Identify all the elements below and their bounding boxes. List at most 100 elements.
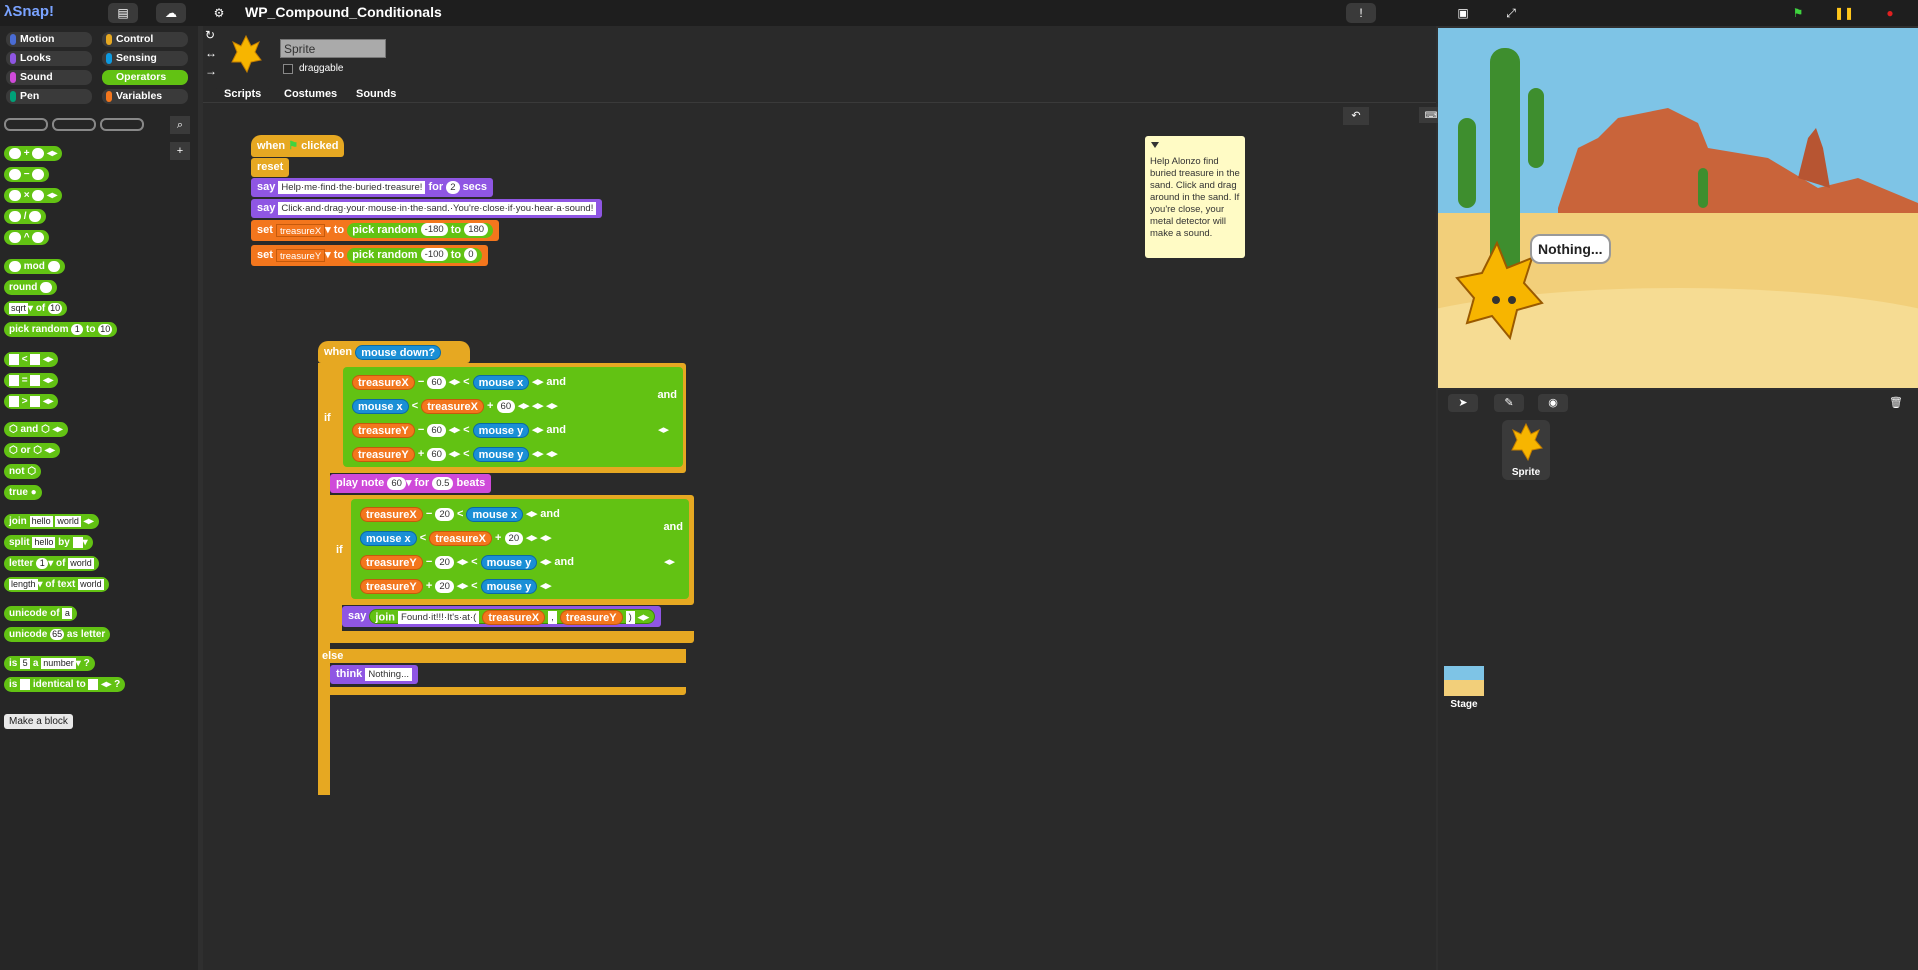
make-a-block-button[interactable]: Make a block xyxy=(4,714,73,729)
palette-not-block[interactable]: not ⬡ xyxy=(4,464,42,479)
row-2[interactable]: mouse x < treasureX + 20 ◂▸ ◂▸ xyxy=(357,529,554,548)
palette-greater-than-block[interactable]: > ◂▸ xyxy=(4,394,59,409)
pause-icon[interactable]: ❚❚ xyxy=(1830,3,1858,23)
tab-scripts[interactable]: Scripts xyxy=(216,86,270,102)
trash-icon[interactable]: 🗑 xyxy=(1884,394,1908,412)
turtle-icon[interactable]: ➤ xyxy=(1448,394,1478,412)
stage[interactable]: Nothing... xyxy=(1438,28,1918,388)
say-for-secs-block[interactable]: say Help·me·find·the·buried·treasure! fo… xyxy=(251,178,494,197)
stop-icon[interactable]: ● xyxy=(1876,3,1904,23)
no-rotate-icon[interactable]: → xyxy=(205,64,217,78)
palette-subtract-block[interactable]: − xyxy=(4,167,50,182)
ring-reporter-block[interactable] xyxy=(52,118,96,131)
palette-divide-block[interactable]: / xyxy=(4,209,47,224)
tab-sounds[interactable]: Sounds xyxy=(348,86,404,102)
collapse-icon[interactable] xyxy=(1151,142,1159,148)
rotate-lr-icon[interactable]: ↔ xyxy=(205,46,217,60)
say-block[interactable]: say Click·and·drag·your·mouse·in·the·san… xyxy=(251,199,603,218)
category-operators[interactable]: Operators xyxy=(102,70,188,85)
palette-split-block[interactable]: split hello by ▾ xyxy=(4,535,93,550)
category-pen[interactable]: Pen xyxy=(6,89,92,104)
file-icon[interactable]: ▤ xyxy=(108,3,138,23)
category-sound[interactable]: Sound xyxy=(6,70,92,85)
palette-multiply-block[interactable]: × ◂▸ xyxy=(4,188,63,203)
palette-letter-block[interactable]: letter 1 ▾ of world xyxy=(4,556,99,571)
outer-and-condition[interactable]: and ◂▸ treasureX − 60 ◂▸ < mouse x ◂▸ an… xyxy=(343,367,683,467)
and-label: and xyxy=(657,389,677,401)
project-title: WP_Compound_Conditionals xyxy=(245,4,442,20)
row-4[interactable]: treasureY + 60 ◂▸ < mouse y ◂▸ ◂▸ xyxy=(349,445,560,464)
green-flag-icon[interactable]: ⚑ xyxy=(1784,3,1812,23)
palette-identical-block[interactable]: is identical to ◂▸ ? xyxy=(4,677,126,692)
reset-block[interactable]: reset xyxy=(251,158,290,177)
row-3[interactable]: treasureY − 60 ◂▸ < mouse y ◂▸ and xyxy=(349,421,569,440)
sprite-thumbnail-icon xyxy=(229,32,263,74)
fullscreen-icon[interactable]: ⤢ xyxy=(1498,3,1524,23)
ring-command-block[interactable] xyxy=(4,118,48,131)
arrows-icon[interactable]: ◂▸ xyxy=(658,423,669,436)
row-2[interactable]: mouse x < treasureX + 60 ◂▸ ◂▸ ◂▸ xyxy=(349,397,560,416)
search-icon[interactable]: ⌕ xyxy=(170,116,190,134)
row-1[interactable]: treasureX − 60 ◂▸ < mouse x ◂▸ and xyxy=(349,373,569,392)
palette-join-block[interactable]: join hello world ◂▸ xyxy=(4,514,99,529)
palette-power-block[interactable]: ^ xyxy=(4,230,50,245)
palette-unicode-of-block[interactable]: unicode of a xyxy=(4,606,78,621)
palette-and-block[interactable]: ⬡ and ⬡ ◂▸ xyxy=(4,422,68,437)
category-looks[interactable]: Looks xyxy=(6,51,92,66)
palette-unicode-as-letter-block[interactable]: unicode 65 as letter xyxy=(4,627,111,642)
palette-is-a-block[interactable]: is 5 a number ▾ ? xyxy=(4,656,95,671)
sprite-tile[interactable]: Sprite xyxy=(1502,420,1550,480)
palette-length-block[interactable]: length ▾ of text world xyxy=(4,577,109,592)
stage-tile[interactable]: Stage xyxy=(1444,666,1484,716)
top-bar: λSnap! ▤ ☁ ⚙ WP_Compound_Conditionals ! … xyxy=(0,0,1918,26)
set-treasurex-block[interactable]: set treasureX ▾ to pick random -180 to 18… xyxy=(251,220,500,241)
tab-costumes[interactable]: Costumes xyxy=(276,86,345,102)
palette-round-block[interactable]: round xyxy=(4,280,58,295)
arrows-icon[interactable]: ◂▸ xyxy=(664,555,675,568)
cactus-icon xyxy=(1490,48,1520,278)
cloud-icon[interactable]: ☁ xyxy=(156,3,186,23)
normal-stage-icon[interactable]: ▣ xyxy=(1450,3,1476,23)
scripting-area[interactable]: ↶ ⌨ when ⚑ clicked reset say Help·me·fin… xyxy=(203,102,1443,970)
inner-and-condition[interactable]: and ◂▸ treasureX − 20 < mouse x ◂▸ and m… xyxy=(351,499,689,599)
play-note-block[interactable]: play note 60 ▾ for 0.5 beats xyxy=(330,474,492,493)
snap-logo[interactable]: λSnap! xyxy=(4,3,54,20)
palette-add-block[interactable]: + ◂▸ xyxy=(4,146,63,161)
else-bar xyxy=(318,649,686,663)
palette-equals-block[interactable]: = ◂▸ xyxy=(4,373,59,388)
category-motion[interactable]: Motion xyxy=(6,32,92,47)
speech-bubble: Nothing... xyxy=(1530,234,1611,264)
category-variables[interactable]: Variables xyxy=(102,89,188,104)
camera-icon[interactable]: ◉ xyxy=(1538,394,1568,412)
draggable-checkbox[interactable] xyxy=(283,64,293,74)
row-1[interactable]: treasureX − 20 < mouse x ◂▸ and xyxy=(357,505,563,524)
when-flag-clicked-hat[interactable]: when ⚑ clicked xyxy=(251,135,345,157)
row-3[interactable]: treasureY − 20 ◂▸ < mouse y ◂▸ and xyxy=(357,553,577,572)
add-block-icon[interactable]: + xyxy=(170,142,190,160)
sprite-corral-bar: ➤ ✎ ◉ 🗑 xyxy=(1438,390,1918,416)
set-treasurey-block[interactable]: set treasureY ▾ to pick random -100 to 0 xyxy=(251,245,489,266)
draggable-label: draggable xyxy=(299,63,344,74)
sprite-name-input[interactable] xyxy=(280,39,386,58)
undo-icon[interactable]: ↶ xyxy=(1343,107,1369,125)
palette-true-block[interactable]: true ● xyxy=(4,485,42,500)
say-join-block[interactable]: say join Found·it!!!·It's·at·( treasureX… xyxy=(342,606,661,627)
palette-sqrt-block[interactable]: sqrt ▾ of 10 xyxy=(4,301,68,316)
palette-pick-random-block[interactable]: pick random 1 to 10 xyxy=(4,322,118,337)
script-comment[interactable]: Help Alonzo find buried treasure in the … xyxy=(1145,136,1245,258)
row-4[interactable]: treasureY + 20 ◂▸ < mouse y ◂▸ xyxy=(357,577,554,596)
palette-mod-block[interactable]: mod xyxy=(4,259,65,274)
ring-predicate-block[interactable] xyxy=(100,118,144,131)
stage-thumbnail-icon xyxy=(1444,666,1484,696)
category-control[interactable]: Control xyxy=(102,32,188,47)
when-condition-hat[interactable]: when mouse down? xyxy=(318,341,470,363)
think-block[interactable]: think Nothing... xyxy=(330,665,419,684)
category-sensing[interactable]: Sensing xyxy=(102,51,188,66)
rotate-any-icon[interactable]: ↻ xyxy=(205,28,215,42)
palette-or-block[interactable]: ⬡ or ⬡ ◂▸ xyxy=(4,443,60,458)
unused-blocks-icon[interactable]: ! xyxy=(1346,3,1376,23)
palette-less-than-block[interactable]: < ◂▸ xyxy=(4,352,59,367)
paintbrush-icon[interactable]: ✎ xyxy=(1494,394,1524,412)
block-palette: ⌕ + + ◂▸ − × ◂▸ / ^ mod round sqrt ▾ of 1… xyxy=(0,108,198,970)
settings-gear-icon[interactable]: ⚙ xyxy=(208,3,230,23)
